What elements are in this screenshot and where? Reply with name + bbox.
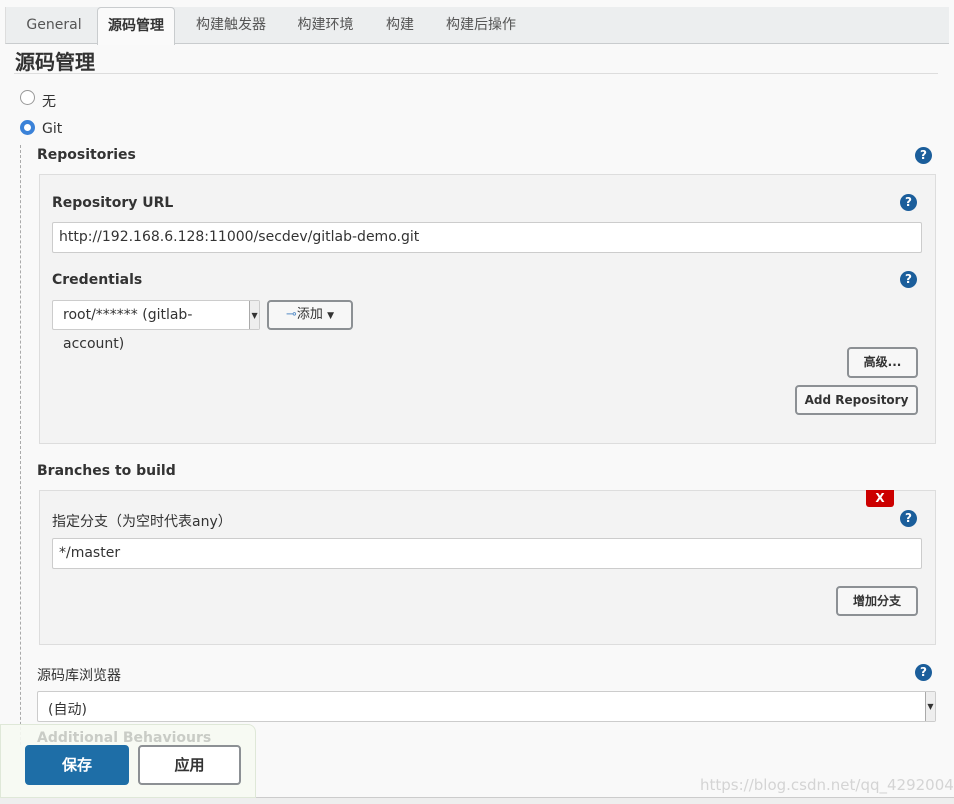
help-icon[interactable]: ? xyxy=(900,194,917,211)
tab-post-build[interactable]: 构建后操作 xyxy=(436,7,526,44)
key-icon: ⊸ xyxy=(286,307,297,322)
tab-general[interactable]: General xyxy=(14,7,94,44)
watermark: https://blog.csdn.net/qq_42920045 xyxy=(700,776,954,794)
advanced-button[interactable]: 高级... xyxy=(847,347,918,378)
credentials-select[interactable]: root/****** (gitlab-account) ▼ xyxy=(52,300,260,352)
repository-url-input[interactable]: http://192.168.6.128:11000/secdev/gitlab… xyxy=(52,222,922,253)
caret-down-icon: ▼ xyxy=(327,311,334,321)
tab-build[interactable]: 构建 xyxy=(376,7,424,44)
add-credentials-button[interactable]: ⊸添加 ▼ xyxy=(267,300,353,330)
repository-browser-label: 源码库浏览器 xyxy=(37,668,121,684)
radio-git[interactable] xyxy=(20,120,35,135)
branch-specifier-label: 指定分支（为空时代表any） xyxy=(52,514,232,530)
additional-behaviours-label: Additional Behaviours xyxy=(37,730,212,746)
repository-url-label: Repository URL xyxy=(52,195,174,211)
add-branch-button[interactable]: 增加分支 xyxy=(836,586,918,616)
bottom-strip xyxy=(0,797,954,804)
help-icon[interactable]: ? xyxy=(915,664,932,681)
tab-environment[interactable]: 构建环境 xyxy=(288,7,363,44)
radio-none[interactable] xyxy=(20,90,35,105)
divider xyxy=(14,73,938,74)
save-button[interactable]: 保存 xyxy=(25,745,129,785)
branches-label: Branches to build xyxy=(37,463,176,479)
dropdown-arrow-icon: ▼ xyxy=(249,301,259,329)
delete-branch-button[interactable]: X xyxy=(866,490,894,507)
help-icon[interactable]: ? xyxy=(915,147,932,164)
branch-specifier-input[interactable]: */master xyxy=(52,538,922,569)
nested-indicator xyxy=(20,145,21,745)
help-icon[interactable]: ? xyxy=(900,271,917,288)
section-title: 源码管理 xyxy=(15,50,95,74)
credentials-value: root/****** (gitlab-account) xyxy=(63,307,193,352)
radio-git-label: Git xyxy=(42,121,63,137)
repository-browser-select[interactable]: (自动) ▼ xyxy=(37,691,936,722)
dropdown-arrow-icon: ▼ xyxy=(925,692,935,721)
apply-button[interactable]: 应用 xyxy=(138,745,241,785)
repository-browser-value: (自动) xyxy=(48,702,87,718)
tab-triggers[interactable]: 构建触发器 xyxy=(186,7,276,44)
credentials-label: Credentials xyxy=(52,272,143,288)
help-icon[interactable]: ? xyxy=(900,510,917,527)
radio-none-label: 无 xyxy=(42,94,56,110)
repositories-label: Repositories xyxy=(37,147,136,163)
tab-bar: General 源码管理 构建触发器 构建环境 构建 构建后操作 xyxy=(5,7,949,45)
tab-scm[interactable]: 源码管理 xyxy=(97,7,175,45)
add-repository-button[interactable]: Add Repository xyxy=(795,385,918,415)
